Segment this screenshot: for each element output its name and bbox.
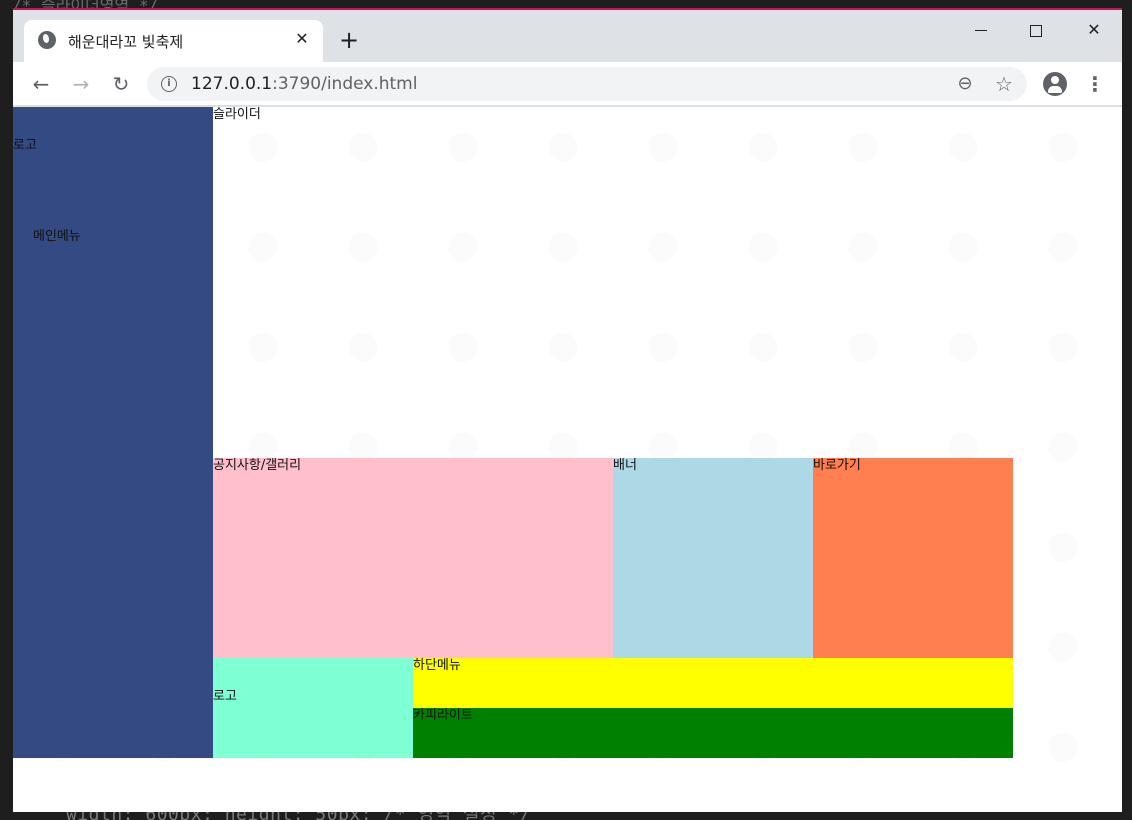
plus-icon[interactable]: + <box>335 26 363 54</box>
footer-logo[interactable]: 로고 <box>213 689 237 705</box>
main-menu[interactable]: 메인메뉴 <box>33 229 81 245</box>
notice-gallery-region: 공지사항/갤러리 <box>213 458 613 658</box>
star-icon[interactable]: ☆ <box>993 73 1015 95</box>
tab-title: 해운대라꼬 빛축제 <box>68 33 184 51</box>
slider-label: 슬라이더 <box>213 107 261 122</box>
shortcut-label: 바로가기 <box>813 458 861 473</box>
forward-icon[interactable]: → <box>67 70 95 98</box>
window-close-button[interactable]: ✕ <box>1071 16 1117 44</box>
banner-region: 배너 <box>613 458 813 658</box>
globe-icon <box>38 31 56 49</box>
reload-icon[interactable]: ↻ <box>107 70 135 98</box>
profile-icon[interactable] <box>1043 72 1067 96</box>
back-icon[interactable]: ← <box>27 70 55 98</box>
header-logo[interactable]: 로고 <box>13 138 37 154</box>
close-icon[interactable]: ✕ <box>291 28 313 50</box>
shortcut-region: 바로가기 <box>813 458 1013 658</box>
tab-strip: 해운대라꼬 빛축제 ✕ + ✕ <box>13 10 1122 62</box>
header-region: 로고 메인메뉴 <box>13 107 213 758</box>
copyright-region: 카피라이트 <box>413 708 1013 758</box>
url-path: :3790/index.html <box>272 74 418 94</box>
kebab-menu-icon[interactable]: ⋮ <box>1085 70 1105 98</box>
footer-logo-region: 로고 <box>213 658 413 758</box>
address-bar[interactable]: i 127.0.0.1:3790/index.html ⊖ ☆ <box>147 67 1027 101</box>
footer-menu-region: 하단메뉴 <box>413 658 1013 708</box>
browser-tab[interactable]: 해운대라꼬 빛축제 ✕ <box>24 20 323 62</box>
url-text[interactable]: 127.0.0.1:3790/index.html <box>191 74 417 94</box>
banner-label: 배너 <box>613 458 637 473</box>
page-viewport: 로고 메인메뉴 슬라이더 공지사항/갤러리 배너 바로가기 로고 하단메뉴 카피… <box>13 107 1122 812</box>
copyright-label: 카피라이트 <box>413 708 473 723</box>
browser-toolbar: ← → ↻ i 127.0.0.1:3790/index.html ⊖ ☆ ⋮ <box>13 62 1122 106</box>
zoom-icon[interactable]: ⊖ <box>955 74 975 94</box>
maximize-button[interactable] <box>1013 16 1059 44</box>
url-host: 127.0.0.1 <box>191 74 273 94</box>
minimize-button[interactable] <box>958 16 1004 44</box>
notice-gallery-label: 공지사항/갤러리 <box>213 458 302 473</box>
footer-menu-label: 하단메뉴 <box>413 658 461 673</box>
slider-region: 슬라이더 <box>213 107 1013 457</box>
browser-window: 해운대라꼬 빛축제 ✕ + ✕ ← → ↻ i 127.0.0.1:3790/i… <box>13 8 1122 812</box>
info-icon[interactable]: i <box>161 76 177 92</box>
